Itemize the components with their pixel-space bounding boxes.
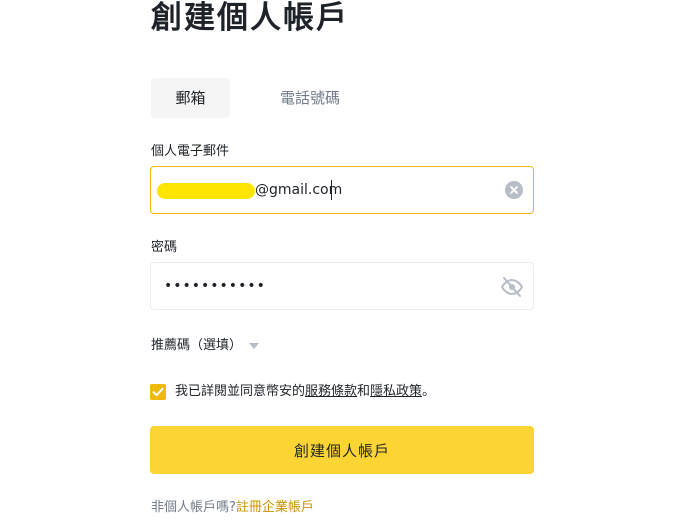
signup-page: 創建個人帳戶 郵箱 電話號碼 個人電子郵件 @gmail.com 密碼 ••••…	[0, 0, 695, 523]
text-caret	[331, 180, 332, 200]
privacy-link[interactable]: 隱私政策	[370, 384, 422, 399]
agreement-checkbox[interactable]	[150, 384, 166, 400]
password-value: •••••••••••	[164, 278, 266, 294]
agreement-text: 我已詳閱並同意幣安的服務條款和隱私政策。	[175, 383, 435, 401]
footer-prefix: 非個人帳戶嗎?	[151, 500, 236, 515]
check-icon	[152, 387, 164, 397]
redacted-email-username	[157, 183, 255, 199]
referral-label: 推薦碼（選填）	[151, 338, 243, 353]
password-label: 密碼	[151, 240, 178, 255]
password-field[interactable]: •••••••••••	[150, 262, 534, 310]
triangle-down-icon	[249, 342, 260, 349]
agreement-suffix: 。	[422, 384, 436, 399]
agreement-middle: 和	[357, 384, 371, 399]
agreement-prefix: 我已詳閱並同意幣安的	[175, 384, 306, 399]
clear-icon[interactable]	[505, 181, 523, 199]
footer: 非個人帳戶嗎?註冊企業帳戶	[151, 499, 314, 517]
business-signup-link[interactable]: 註冊企業帳戶	[236, 500, 314, 515]
email-label: 個人電子郵件	[151, 144, 230, 159]
create-account-button[interactable]: 創建個人帳戶	[150, 426, 534, 474]
referral-toggle[interactable]: 推薦碼（選填）	[151, 337, 260, 355]
email-field[interactable]: @gmail.com	[150, 166, 534, 214]
eye-off-icon[interactable]	[500, 276, 524, 298]
email-value: @gmail.com	[255, 182, 343, 198]
tab-phone[interactable]: 電話號碼	[264, 78, 356, 118]
terms-link[interactable]: 服務條款	[305, 384, 357, 399]
tab-email[interactable]: 郵箱	[151, 78, 230, 118]
page-title: 創建個人帳戶	[151, 0, 349, 36]
